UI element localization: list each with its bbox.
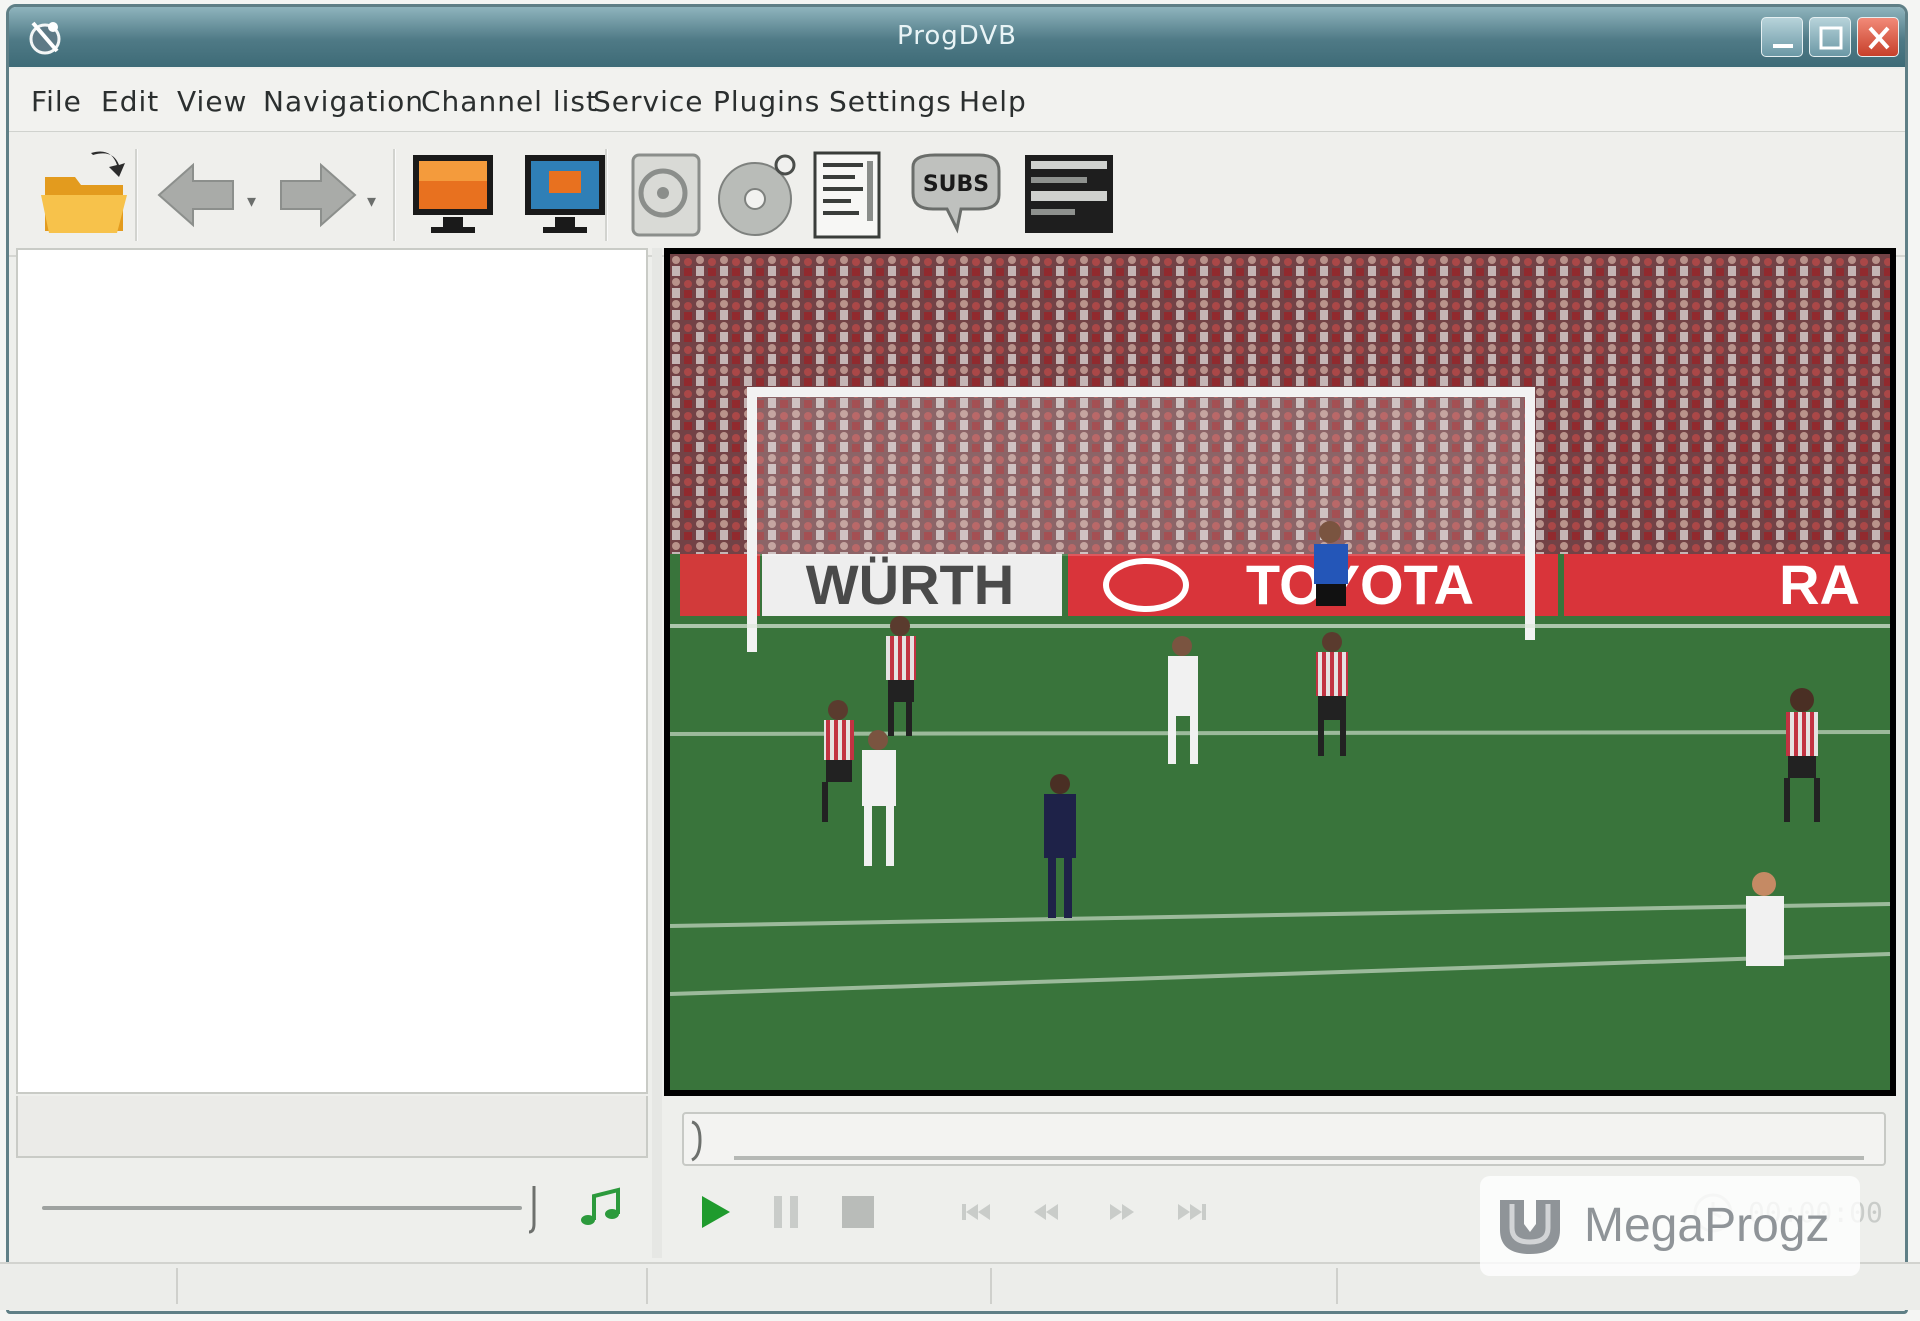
menu-service[interactable]: Service (593, 85, 703, 118)
minimize-button[interactable] (1761, 17, 1803, 57)
maximize-icon (1819, 26, 1843, 50)
close-icon (1868, 26, 1890, 50)
back-dropdown-icon[interactable]: ▾ (247, 191, 256, 212)
forward-arrow-icon[interactable] (269, 147, 365, 243)
cd-record-icon[interactable] (711, 147, 807, 243)
pane-splitter[interactable] (652, 248, 662, 1258)
volume-slider-thumb[interactable] (528, 1184, 538, 1234)
audio-notes-icon[interactable] (578, 1186, 626, 1230)
menu-file[interactable]: File (31, 85, 82, 118)
menu-help[interactable]: Help (959, 85, 1027, 118)
watermark: MegaProgz (1480, 1176, 1860, 1276)
minimize-icon (1773, 44, 1793, 48)
back-arrow-icon[interactable] (149, 147, 245, 243)
menu-plugins[interactable]: Plugins (713, 85, 820, 118)
volume-slider-track[interactable] (42, 1206, 522, 1210)
stop-icon[interactable] (834, 1188, 882, 1236)
channel-list-panel[interactable] (16, 248, 648, 1094)
megaprogz-logo-icon (1500, 1200, 1560, 1254)
monitor-icon[interactable] (517, 147, 613, 243)
skip-to-end-icon[interactable] (1166, 1188, 1214, 1236)
menu-channel-list[interactable]: Channel list (421, 85, 598, 118)
pause-icon[interactable] (762, 1188, 810, 1236)
close-button[interactable] (1857, 17, 1899, 57)
toolbar: ▾ ▾ SUBS (9, 133, 1905, 257)
fast-forward-icon[interactable] (1096, 1188, 1144, 1236)
menu-view[interactable]: View (177, 85, 247, 118)
video-display[interactable]: WÜRTH TOYOTA RA (664, 248, 1896, 1096)
ad-ra: RA (1779, 553, 1860, 616)
open-folder-icon[interactable] (37, 147, 133, 243)
title-bar[interactable]: ProgDVB (9, 7, 1905, 67)
seek-thumb[interactable] (690, 1120, 704, 1162)
teletext-icon[interactable] (1021, 147, 1117, 243)
menu-bar: File Edit View Navigation Channel list S… (9, 69, 1905, 132)
seek-bar[interactable] (668, 1104, 1896, 1174)
toolbar-separator (135, 149, 138, 241)
maximize-button[interactable] (1809, 17, 1851, 57)
rewind-icon[interactable] (1024, 1188, 1072, 1236)
skip-to-start-icon[interactable] (954, 1188, 1002, 1236)
subtitles-icon[interactable]: SUBS (899, 147, 1009, 243)
window-title: ProgDVB (897, 21, 1017, 51)
channel-info-strip (16, 1096, 648, 1158)
menu-settings[interactable]: Settings (829, 85, 952, 118)
forward-dropdown-icon[interactable]: ▾ (367, 191, 376, 212)
epg-document-icon[interactable] (799, 147, 895, 243)
status-cell (176, 1268, 178, 1304)
watermark-text: MegaProgz (1584, 1199, 1830, 1252)
seek-groove (734, 1156, 1864, 1160)
ad-toyota: TOYOTA (1246, 553, 1474, 616)
status-cell (990, 1268, 992, 1304)
tv-screen-icon[interactable] (405, 147, 501, 243)
seek-track[interactable] (682, 1112, 1886, 1166)
toolbar-separator (605, 149, 608, 241)
play-icon[interactable] (690, 1188, 738, 1236)
ad-wurth: WÜRTH (806, 553, 1014, 616)
status-cell (646, 1268, 648, 1304)
menu-edit[interactable]: Edit (101, 85, 159, 118)
toolbar-separator (393, 149, 396, 241)
disk-settings-icon[interactable] (619, 147, 715, 243)
football-match-frame: WÜRTH TOYOTA RA (670, 254, 1890, 1090)
subtitles-label: SUBS (923, 172, 989, 197)
status-cell (1336, 1268, 1338, 1304)
menu-navigation[interactable]: Navigation (263, 85, 424, 118)
